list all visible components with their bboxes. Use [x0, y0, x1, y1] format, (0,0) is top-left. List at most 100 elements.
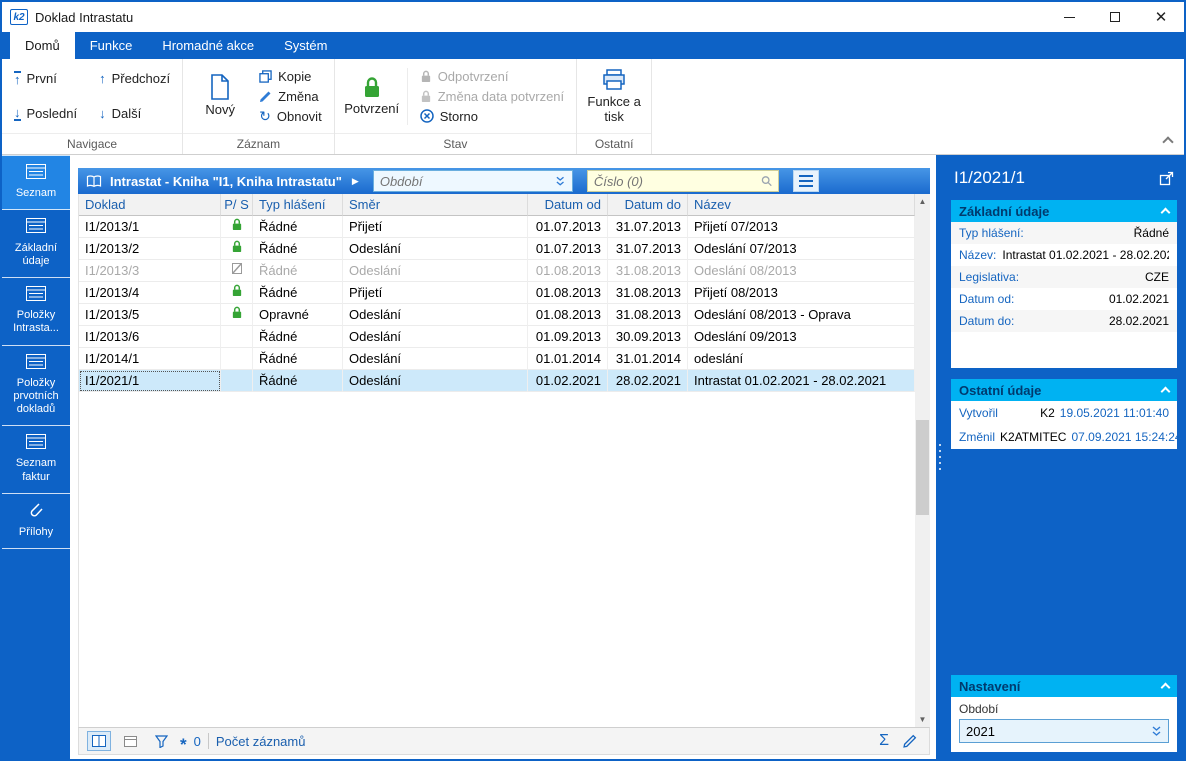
new-label: Nový	[205, 102, 235, 118]
table-row[interactable]: I1/2013/4 Řádné Přijetí 01.08.2013 31.08.201…	[79, 282, 915, 304]
audit-label: Vytvořil	[959, 406, 998, 420]
previous-icon: ↑	[99, 71, 106, 86]
table-row[interactable]: I1/2013/5 Opravné Odeslání 01.08.2013 31.08.…	[79, 304, 915, 326]
lock-green-icon	[232, 218, 241, 231]
close-button[interactable]: ✕	[1138, 2, 1184, 32]
list-icon	[26, 434, 46, 450]
first-label: První	[26, 71, 57, 86]
last-button[interactable]: ↓ Poslední	[10, 105, 81, 122]
window-title: Doklad Intrastatu	[35, 9, 134, 25]
change-confirm-date-button[interactable]: Změna data potvrzení	[416, 88, 568, 105]
card-blank	[951, 332, 1177, 368]
app-window: k2 Doklad Intrastatu ✕ Domů Funkce Hromadn…	[0, 0, 1186, 761]
sidebar-item-5[interactable]: Přílohy	[2, 494, 70, 550]
column-header-2[interactable]: Typ hlášení	[253, 194, 343, 216]
open-in-window-icon[interactable]	[1159, 171, 1174, 186]
minimize-button[interactable]	[1046, 2, 1092, 32]
column-header-6[interactable]: Název	[688, 194, 915, 216]
card-header-nastaveni[interactable]: Nastavení	[951, 675, 1177, 697]
storno-document-icon	[231, 263, 242, 274]
column-header-0[interactable]: Doklad	[79, 194, 221, 216]
card-header-ostatni[interactable]: Ostatní údaje	[951, 379, 1177, 401]
group-label-navigace: Navigace	[2, 133, 183, 154]
card-header-zakladni[interactable]: Základní údaje	[951, 200, 1177, 222]
chevron-up-icon	[1160, 207, 1171, 218]
filter-count: 0	[193, 733, 201, 749]
filter-button[interactable]	[149, 731, 173, 751]
scrollbar-thumb[interactable]	[916, 420, 929, 516]
copy-button[interactable]: Kopie	[255, 68, 326, 85]
column-header-5[interactable]: Datum do	[608, 194, 688, 216]
sidebar: Seznam Základní údaje Položky Intrasta... P…	[2, 155, 70, 759]
previous-button[interactable]: ↑ Předchozí	[95, 70, 174, 87]
cell: Odeslání	[343, 238, 528, 260]
functions-print-label: Funkce a tisk	[587, 93, 641, 124]
sidebar-item-label: Seznam faktur	[15, 457, 57, 483]
book-title[interactable]: Intrastat - Kniha "I1, Kniha Intrastatu"	[110, 174, 342, 189]
table-row[interactable]: I1/2014/1 Řádné Odeslání 01.01.2014 31.01.20…	[79, 348, 915, 370]
sidebar-item-0[interactable]: Seznam	[2, 155, 70, 211]
edit-label: Změna	[278, 88, 319, 104]
panel-splitter[interactable]	[936, 155, 944, 759]
ribbon-group-navigace: ↑ První ↓ Poslední ↑ Předchozí ↓ Další N…	[2, 59, 184, 154]
table-row[interactable]: I1/2013/3 Řádné Odeslání 01.08.2013 31.08.20…	[79, 260, 915, 282]
refresh-button[interactable]: ↻ Obnovit	[255, 108, 326, 125]
column-header-1[interactable]: P/ S	[221, 194, 253, 216]
collapse-ribbon-icon[interactable]	[1162, 136, 1174, 148]
sidebar-item-4[interactable]: Seznam faktur	[2, 426, 70, 494]
new-button[interactable]: Nový	[191, 72, 249, 120]
table-row[interactable]: I1/2013/2 Řádné Odeslání 01.07.2013 31.07.20…	[79, 238, 915, 260]
functions-print-button[interactable]: Funkce a tisk	[585, 66, 643, 127]
sidebar-item-1[interactable]: Základní údaje	[2, 210, 70, 278]
column-header-4[interactable]: Datum od	[528, 194, 608, 216]
card-title: Ostatní údaje	[959, 382, 1042, 398]
sidebar-item-label: Seznam	[15, 187, 57, 200]
table-row[interactable]: I1/2021/1 Řádné Odeslání 01.02.2021 28.02.20…	[79, 370, 915, 392]
form-view-toggle[interactable]	[118, 731, 142, 751]
cancel-button[interactable]: Storno	[416, 108, 568, 125]
edit-grid-icon[interactable]	[903, 734, 917, 748]
group-label-zaznam: Záznam	[183, 133, 334, 154]
cell: 01.08.2013	[528, 304, 608, 326]
confirm-button[interactable]: Potvrzení	[343, 74, 401, 119]
first-button[interactable]: ↑ První	[10, 70, 81, 87]
detail-value: Řádné	[1133, 226, 1169, 240]
card-nastaveni: Nastavení Období 2021	[951, 675, 1177, 752]
sidebar-item-2[interactable]: Položky Intrasta...	[2, 278, 70, 346]
sidebar-item-3[interactable]: Položky prvotních dokladů	[2, 346, 70, 427]
scrollbar-track[interactable]	[915, 209, 930, 712]
column-header-3[interactable]: Směr	[343, 194, 528, 216]
vertical-scrollbar[interactable]: ▲ ▼	[915, 194, 930, 727]
table-row[interactable]: I1/2013/1 Řádné Přijetí 01.07.2013 31.07.201…	[79, 216, 915, 238]
expand-book-icon[interactable]: ▶	[352, 176, 359, 187]
detail-row: Legislativa: CZE	[951, 266, 1177, 288]
sum-icon[interactable]: Σ	[879, 732, 889, 750]
scroll-up-icon[interactable]: ▲	[915, 194, 930, 209]
ribbon-tab-0[interactable]: Domů	[10, 32, 75, 59]
scroll-down-icon[interactable]: ▼	[915, 712, 930, 727]
ribbon-tab-3[interactable]: Systém	[269, 32, 342, 59]
cell: Přijetí	[343, 216, 528, 238]
cell: Řádné	[253, 282, 343, 304]
card-icon	[123, 735, 137, 747]
period-filter[interactable]	[372, 170, 573, 192]
book-view-toggle[interactable]	[87, 731, 111, 751]
edit-button[interactable]: Změna	[255, 88, 326, 105]
number-search-input[interactable]	[593, 173, 761, 189]
audit-user: K2ATMITEC	[1000, 430, 1067, 444]
grid-menu-button[interactable]	[792, 170, 819, 192]
ribbon-tab-2[interactable]: Hromadné akce	[147, 32, 269, 59]
double-chevron-icon[interactable]	[555, 175, 565, 187]
ribbon-tab-1[interactable]: Funkce	[75, 32, 148, 59]
confirm-label: Potvrzení	[344, 100, 400, 116]
next-button[interactable]: ↓ Další	[95, 105, 174, 122]
previous-label: Předchozí	[111, 71, 171, 86]
cell: I1/2013/6	[79, 326, 221, 348]
table-row[interactable]: I1/2013/6 Řádné Odeslání 01.09.2013 30.09.20…	[79, 326, 915, 348]
unconfirm-button[interactable]: Odpotvrzení	[416, 68, 568, 85]
period-filter-input[interactable]	[379, 173, 556, 189]
maximize-button[interactable]	[1092, 2, 1138, 32]
cell: I1/2013/5	[79, 304, 221, 326]
number-search[interactable]	[586, 170, 779, 192]
period-select[interactable]: 2021	[959, 719, 1169, 743]
